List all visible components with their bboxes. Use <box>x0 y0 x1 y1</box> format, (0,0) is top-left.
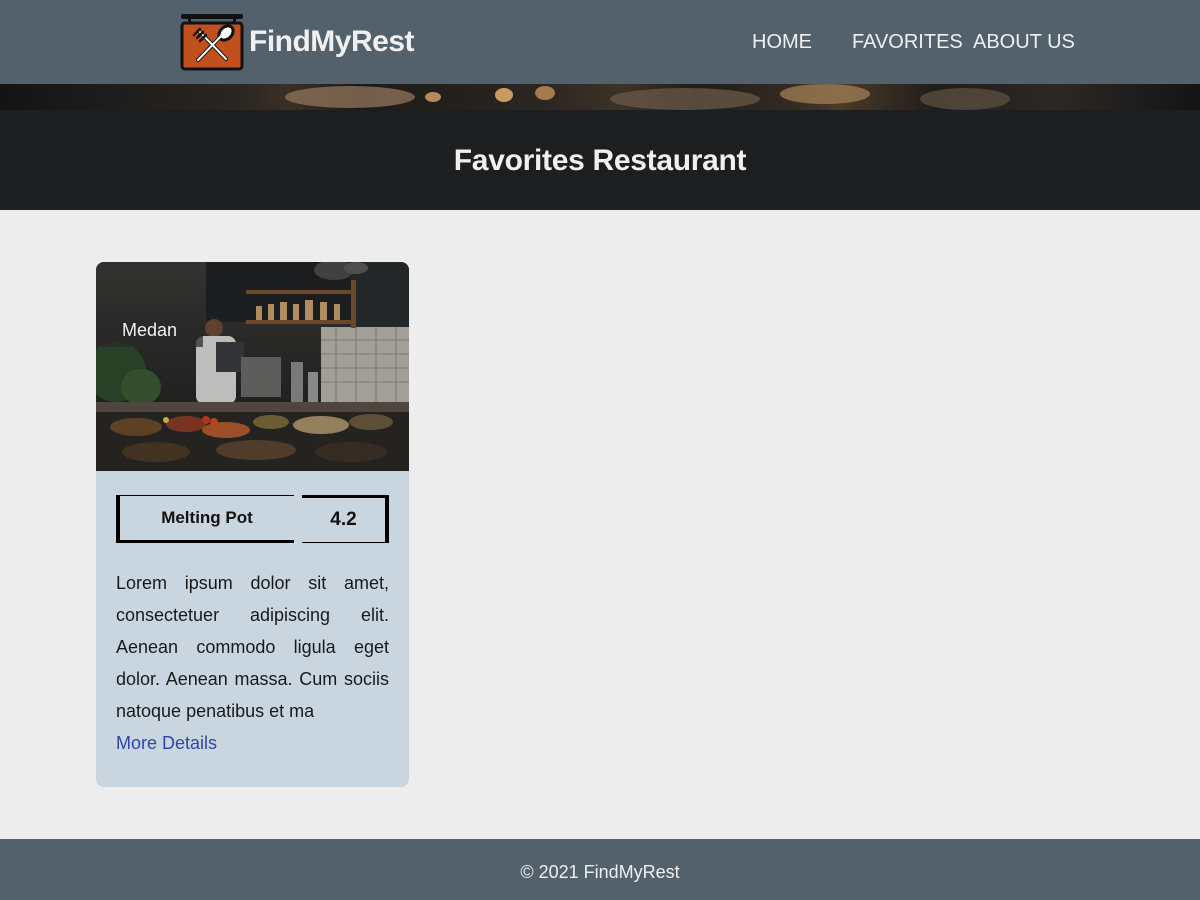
restaurant-card: Medan Melting Pot 4.2 Lorem ipsum dolor … <box>96 262 409 787</box>
footer-copyright: © 2021 FindMyRest <box>520 862 680 882</box>
nav-about-link[interactable]: ABOUT US <box>973 30 1075 54</box>
page-footer: © 2021 FindMyRest <box>0 839 1200 900</box>
top-navbar: FindMyRest HOME FAVORITES ABOUT US <box>0 0 1200 84</box>
restaurant-image: Medan <box>96 262 409 471</box>
restaurant-card-body: Melting Pot 4.2 Lorem ipsum dolor sit am… <box>96 471 409 759</box>
restaurant-card-header: Melting Pot 4.2 <box>116 495 389 543</box>
nav-favorites-link[interactable]: FAVORITES <box>852 30 963 54</box>
hero-background-image <box>0 84 1200 110</box>
nav-home-link[interactable]: HOME <box>752 30 812 54</box>
restaurant-rating: 4.2 <box>302 495 389 543</box>
more-details-link[interactable]: More Details <box>116 727 217 759</box>
restaurant-name: Melting Pot <box>116 495 294 543</box>
restaurant-photo <box>96 262 409 471</box>
page-title: Favorites Restaurant <box>453 144 747 177</box>
main-nav: HOME FAVORITES ABOUT US <box>0 0 1200 84</box>
city-badge: Medan <box>96 313 204 347</box>
hero-banner: Favorites Restaurant <box>0 84 1200 210</box>
restaurant-description: Lorem ipsum dolor sit amet, consectetuer… <box>116 573 389 721</box>
